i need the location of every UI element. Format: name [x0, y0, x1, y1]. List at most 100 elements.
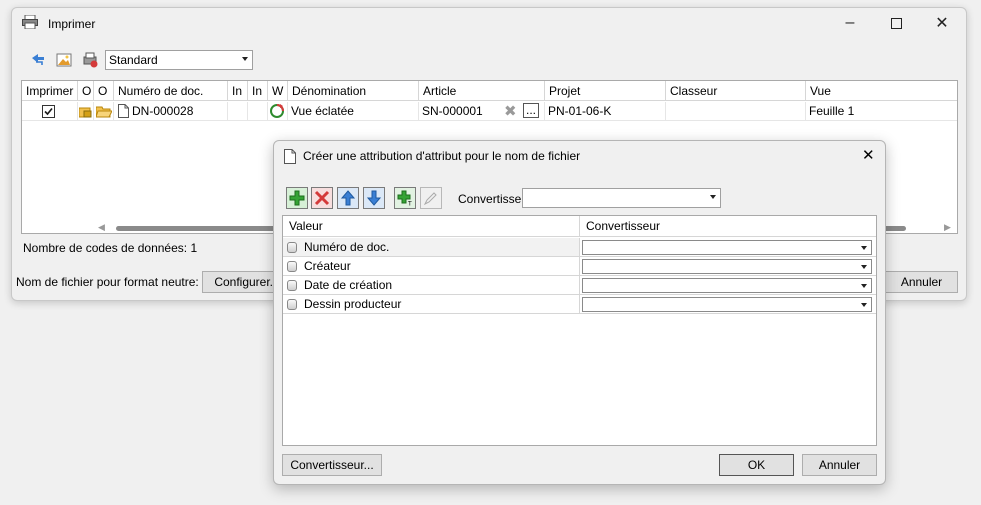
row-value-cell: Créateur [283, 257, 580, 276]
converter-button[interactable]: Convertisseur... [282, 454, 382, 476]
row-value-cell: Dessin producteur [283, 295, 580, 314]
pencil-icon [423, 192, 437, 206]
dialog-close-icon[interactable]: ✕ [862, 146, 875, 164]
browse-article-button[interactable]: ... [523, 103, 539, 118]
table-row[interactable]: Créateur [283, 257, 876, 276]
add-attribute-icon: T [397, 190, 412, 207]
attribute-icon [287, 261, 297, 272]
maximize-button[interactable] [874, 11, 918, 35]
move-down-button[interactable] [363, 187, 385, 209]
col-header-valeur[interactable]: Valeur [283, 216, 580, 237]
profile-select-value: Standard [109, 53, 158, 67]
add-attribute-button[interactable]: T [394, 187, 416, 209]
doc-number-text: DN-000028 [132, 104, 194, 118]
ok-button[interactable]: OK [719, 454, 794, 476]
row-converter-select[interactable] [582, 259, 872, 274]
row-value-cell: Numéro de doc. [283, 238, 580, 257]
dialog-document-icon [284, 149, 296, 167]
print-checkbox[interactable] [42, 105, 55, 118]
col-header-doc-number[interactable]: Numéro de doc. [114, 81, 228, 101]
col-header-in2[interactable]: In [248, 81, 268, 101]
row-converter-cell [580, 257, 876, 276]
attribute-grid: Valeur Convertisseur Numéro de doc. Créa… [282, 215, 877, 446]
convert-label: Convertisse [458, 192, 522, 206]
arrow-down-icon [366, 190, 382, 206]
cell-doc-number: DN-000028 [114, 102, 228, 121]
cell-view: Feuille 1 [806, 102, 957, 121]
row-converter-select[interactable] [582, 278, 872, 293]
row-value: Créateur [304, 259, 351, 273]
printer-icon [22, 14, 38, 30]
move-up-button[interactable] [337, 187, 359, 209]
table-row[interactable]: Date de création [283, 276, 876, 295]
dialog-cancel-button[interactable]: Annuler [802, 454, 877, 476]
delete-button[interactable] [311, 187, 333, 209]
delete-x-icon [314, 190, 330, 206]
attribute-icon [287, 299, 297, 310]
attribute-icon [287, 242, 297, 253]
refresh-icon[interactable] [28, 50, 48, 70]
svg-text:T: T [407, 201, 412, 207]
data-count-status: Nombre de codes de données: 1 [23, 241, 198, 255]
lock-folder-icon [79, 107, 92, 118]
col-header-convertisseur[interactable]: Convertisseur [580, 216, 876, 237]
attribute-icon [287, 280, 297, 291]
row-converter-select[interactable] [582, 297, 872, 312]
cell-article: SN-000001 ✖ ... [419, 102, 545, 121]
print-settings-icon[interactable] [80, 50, 100, 70]
col-header-imprimer[interactable]: Imprimer [22, 81, 78, 101]
col-header-in1[interactable]: In [228, 81, 248, 101]
scroll-left-icon[interactable]: ◀ [98, 222, 105, 233]
clear-article-icon[interactable]: ✖ [504, 102, 517, 120]
row-value: Numéro de doc. [304, 240, 390, 254]
article-text: SN-000001 [422, 104, 483, 118]
table-row[interactable]: Numéro de doc. [283, 238, 876, 257]
scroll-right-icon[interactable]: ▶ [944, 222, 951, 233]
col-header-w[interactable]: W [268, 81, 288, 101]
row-value: Date de création [304, 278, 393, 292]
document-icon [118, 104, 129, 118]
col-header-article[interactable]: Article [419, 81, 545, 101]
window-title: Imprimer [48, 17, 96, 31]
col-header-projet[interactable]: Projet [545, 81, 666, 101]
col-header-o2[interactable]: O [94, 81, 114, 101]
row-value-cell: Date de création [283, 276, 580, 295]
row-converter-cell [580, 238, 876, 257]
chevron-down-icon [242, 57, 248, 61]
cell-lock [78, 102, 94, 121]
attribute-grid-header: Valeur Convertisseur [283, 216, 876, 237]
cell-denomination: Vue éclatée [288, 102, 419, 121]
open-folder-icon[interactable] [96, 105, 112, 119]
col-header-denomination[interactable]: Dénomination [288, 81, 419, 101]
main-toolbar: Standard [20, 48, 960, 72]
col-header-vue[interactable]: Vue [806, 81, 957, 101]
title-bar: Imprimer – ✕ [12, 8, 966, 38]
row-converter-cell [580, 276, 876, 295]
convert-select[interactable] [522, 188, 721, 208]
profile-select[interactable]: Standard [105, 50, 253, 70]
plus-icon [289, 190, 305, 206]
attribute-assignment-dialog: Créer une attribution d'attribut pour le… [273, 140, 886, 485]
arrow-up-icon [340, 190, 356, 206]
workflow-status-icon [270, 104, 284, 118]
cell-in1 [228, 102, 248, 121]
close-button[interactable]: ✕ [920, 11, 964, 35]
row-converter-select[interactable] [582, 240, 872, 255]
cell-in2 [248, 102, 268, 121]
cell-print-checkbox[interactable] [22, 102, 78, 121]
dialog-title: Créer une attribution d'attribut pour le… [303, 149, 581, 163]
main-cancel-button[interactable]: Annuler [885, 271, 958, 293]
maximize-icon [890, 17, 902, 29]
cell-project: PN-01-06-K [545, 102, 666, 121]
minimize-button[interactable]: – [828, 11, 872, 35]
table-row[interactable]: Dessin producteur [283, 295, 876, 314]
add-button[interactable] [286, 187, 308, 209]
col-header-o1[interactable]: O [78, 81, 94, 101]
cell-open [94, 102, 114, 121]
neutral-filename-label: Nom de fichier pour format neutre: [16, 275, 199, 289]
edit-attribute-button [420, 187, 442, 209]
image-preview-icon[interactable] [54, 50, 74, 70]
col-header-classeur[interactable]: Classeur [666, 81, 806, 101]
cell-w [268, 102, 288, 121]
chevron-down-icon [710, 195, 716, 199]
